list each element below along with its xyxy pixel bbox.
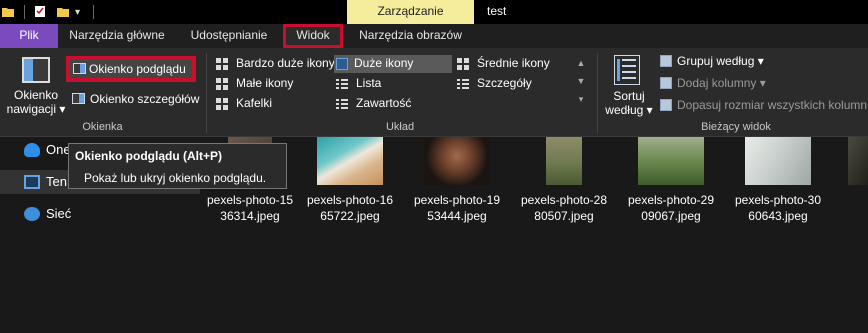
nav-item-label: One bbox=[46, 142, 71, 157]
preview-pane-label: Okienko podglądu bbox=[89, 62, 186, 76]
context-tab-label: Zarządzanie bbox=[347, 0, 474, 24]
details-pane-icon bbox=[72, 93, 85, 104]
file-name: pexels-photo-19 53444.jpeg bbox=[413, 193, 501, 223]
tab-view[interactable]: Widok bbox=[283, 24, 343, 48]
group-divider bbox=[597, 53, 598, 133]
tab-file[interactable]: Plik bbox=[0, 24, 58, 48]
tiles-icon bbox=[216, 98, 228, 110]
layout-large-icons[interactable]: Duże ikony bbox=[334, 55, 452, 73]
file-list: pexels-photo-15 36314.jpeg pexels-photo-1… bbox=[200, 137, 868, 333]
file-thumbnail bbox=[317, 137, 383, 185]
layout-item-label: Duże ikony bbox=[354, 56, 414, 70]
sort-by-button[interactable]: Sortuj według ▾ bbox=[604, 89, 654, 117]
layout-item-label: Średnie ikony bbox=[477, 56, 550, 70]
details-pane-button[interactable]: Okienko szczegółów bbox=[66, 89, 201, 109]
layout-gallery-scroll: ▲ ▼ ▾ bbox=[575, 54, 587, 112]
ribbon-tab-bar: Plik Narzędzia główne Udostępnianie Wido… bbox=[0, 24, 868, 48]
fit-columns-icon bbox=[660, 99, 672, 111]
preview-pane-icon bbox=[73, 63, 86, 74]
content-icon bbox=[336, 98, 348, 110]
details-icon bbox=[457, 78, 469, 90]
layout-tiles[interactable]: Kafelki bbox=[216, 95, 326, 113]
group-by-label: Grupuj według bbox=[677, 54, 755, 68]
tooltip-description: Pokaż lub ukryj okienko podglądu. bbox=[84, 171, 267, 185]
medium-icons-icon bbox=[457, 58, 469, 70]
navigation-pane-icon bbox=[22, 57, 50, 83]
file-name: pexels-photo-15 36314.jpeg bbox=[206, 193, 294, 223]
file-thumbnail bbox=[638, 137, 704, 185]
tab-home[interactable]: Narzędzia główne bbox=[58, 24, 176, 48]
small-icons-icon bbox=[216, 78, 228, 90]
details-pane-label: Okienko szczegółów bbox=[90, 92, 200, 106]
quick-access-divider bbox=[93, 5, 94, 19]
large-icons-icon bbox=[336, 58, 348, 70]
layout-item-label: Szczegóły bbox=[477, 76, 532, 90]
add-columns-icon bbox=[660, 77, 672, 89]
layout-details[interactable]: Szczegóły bbox=[457, 75, 567, 93]
layout-item-label: Zawartość bbox=[356, 96, 412, 110]
tooltip-title: Okienko podglądu (Alt+P) bbox=[75, 149, 223, 163]
title-bar: ▾ Zarządzanie test bbox=[0, 0, 868, 24]
onedrive-cloud-icon bbox=[24, 143, 40, 157]
group-divider bbox=[206, 53, 207, 133]
preview-pane-button[interactable]: Okienko podglądu bbox=[66, 56, 196, 82]
new-folder-icon[interactable] bbox=[57, 5, 69, 18]
group-label-panes: Okienka bbox=[82, 121, 123, 133]
navigation-pane-button[interactable]: Okienko nawigacji ▾ bbox=[0, 48, 66, 118]
file-name: pexels-photo-29 09067.jpeg bbox=[627, 193, 715, 223]
fit-columns-label: Dopasuj rozmiar wszystkich kolumn bbox=[677, 98, 868, 112]
layout-medium-icons[interactable]: Średnie ikony bbox=[457, 55, 567, 73]
group-label-layout: Układ bbox=[385, 121, 415, 133]
navigation-pane-label: Okienko bbox=[13, 88, 59, 102]
ribbon-panel: Okienko nawigacji ▾ Okienko podglądu Oki… bbox=[0, 48, 868, 137]
folder-icon[interactable] bbox=[2, 5, 14, 18]
tab-share[interactable]: Udostępnianie bbox=[181, 24, 277, 48]
layout-item-label: Lista bbox=[356, 76, 382, 90]
preview-pane-tooltip: Okienko podglądu (Alt+P) Pokaż lub ukryj… bbox=[68, 143, 287, 189]
file-thumbnail bbox=[424, 137, 490, 185]
extra-large-icons-icon bbox=[216, 58, 228, 70]
gallery-scroll-down-icon[interactable]: ▼ bbox=[575, 72, 587, 90]
sort-by-label: według ▾ bbox=[605, 103, 653, 117]
customize-dropdown-icon[interactable]: ▾ bbox=[75, 7, 80, 18]
gallery-scroll-up-icon[interactable]: ▲ bbox=[575, 54, 587, 72]
network-icon bbox=[24, 207, 40, 221]
file-thumbnail[interactable] bbox=[848, 137, 868, 185]
layout-item-label: Małe ikony bbox=[236, 76, 294, 90]
window-title: test bbox=[487, 4, 507, 18]
list-icon bbox=[336, 78, 348, 90]
layout-list[interactable]: Lista bbox=[336, 75, 446, 93]
tab-picture-tools[interactable]: Narzędzia obrazów bbox=[352, 24, 469, 48]
layout-content[interactable]: Zawartość bbox=[336, 95, 446, 113]
layout-item-label: Bardzo duże ikony bbox=[236, 56, 335, 70]
navigation-pane-label: nawigacji ▾ bbox=[6, 102, 66, 116]
group-by-icon bbox=[660, 55, 672, 67]
properties-check-icon[interactable] bbox=[34, 5, 46, 18]
group-label-current-view: Bieżący widok bbox=[701, 121, 771, 133]
gallery-expand-icon[interactable]: ▾ bbox=[575, 90, 587, 108]
this-pc-icon bbox=[24, 175, 40, 189]
sort-by-icon[interactable] bbox=[614, 55, 640, 85]
nav-item-label: Sieć bbox=[46, 206, 72, 221]
file-name: pexels-photo-30 60643.jpeg bbox=[734, 193, 822, 223]
quick-access-divider bbox=[24, 5, 25, 19]
file-name: pexels-photo-28 80507.jpeg bbox=[520, 193, 608, 223]
file-name: pexels-photo-16 65722.jpeg bbox=[306, 193, 394, 223]
layout-item-label: Kafelki bbox=[236, 96, 273, 110]
sort-by-label: Sortuj bbox=[613, 89, 645, 103]
layout-small-icons[interactable]: Małe ikony bbox=[216, 75, 326, 93]
layout-extra-large-icons[interactable]: Bardzo duże ikony bbox=[216, 55, 335, 73]
file-thumbnail bbox=[745, 137, 811, 185]
file-thumbnail bbox=[546, 137, 582, 185]
add-columns-label: Dodaj kolumny bbox=[677, 76, 757, 90]
